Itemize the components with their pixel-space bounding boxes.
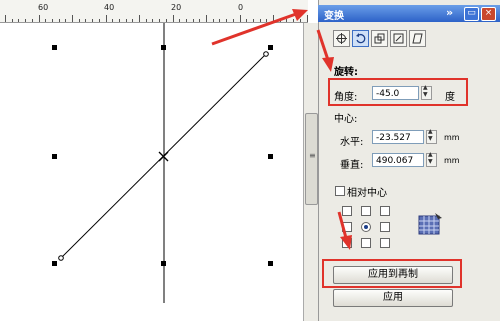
arrow-head-icon — [340, 235, 352, 250]
arrow-to-rotation — [316, 29, 330, 61]
arrow-head-icon — [322, 57, 334, 72]
arrow-to-title — [211, 12, 297, 46]
arrow-to-button — [337, 211, 348, 239]
annotation-arrows — [211, 9, 352, 250]
